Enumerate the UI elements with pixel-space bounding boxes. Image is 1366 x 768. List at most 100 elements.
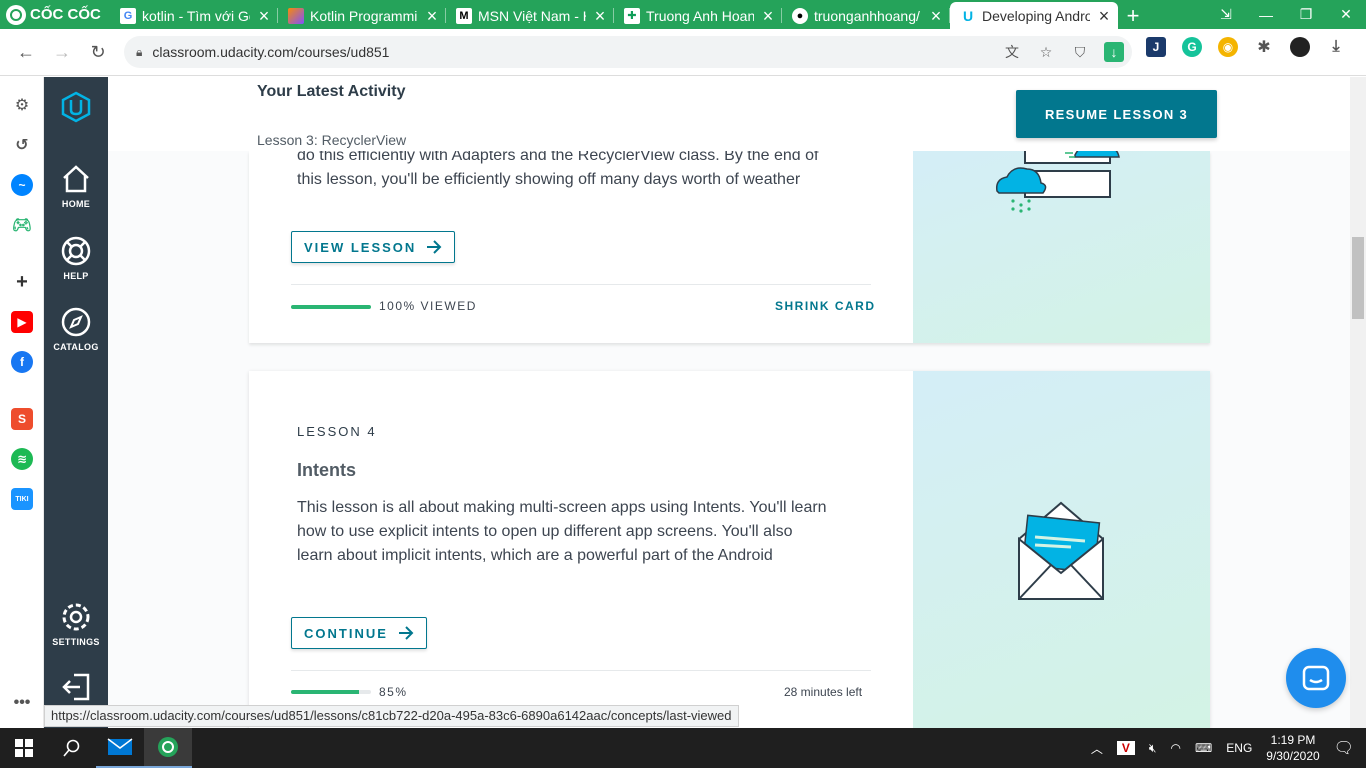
clock[interactable]: 1:19 PM 9/30/2020: [1266, 732, 1319, 764]
msn-icon: M: [456, 7, 472, 24]
chrome-extension-icon[interactable]: ◉: [1218, 37, 1238, 57]
clock-date: 9/30/2020: [1266, 749, 1320, 763]
history-icon[interactable]: ↺: [11, 134, 33, 156]
more-icon[interactable]: •••: [11, 692, 33, 714]
lock-icon: 🔒︎: [136, 44, 143, 59]
download-arrow-icon[interactable]: ↓: [1104, 42, 1124, 62]
github-icon: ●: [792, 7, 808, 24]
taskbar-mail[interactable]: [96, 728, 144, 768]
add-icon[interactable]: +: [11, 271, 33, 293]
nav-help[interactable]: HELP: [44, 235, 108, 281]
tab-sheets[interactable]: ✚ Truong Anh Hoang ×: [614, 2, 782, 29]
lesson-3-illustration-bg: [913, 151, 1210, 343]
tab-kotlin-programming[interactable]: Kotlin Programmin ×: [278, 2, 446, 29]
kotlin-icon: [288, 7, 304, 24]
puzzle-icon[interactable]: ✱: [1254, 37, 1274, 57]
address-url[interactable]: classroom.udacity.com/courses/ud851: [152, 44, 389, 60]
browser-toolbar: ← → ↻ 🔒︎ classroom.udacity.com/courses/u…: [0, 29, 1366, 76]
facebook-icon[interactable]: f: [11, 351, 33, 373]
coccoc-brand[interactable]: CỐC CỐC: [0, 0, 110, 29]
view-lesson-button[interactable]: VIEW LESSON: [291, 231, 456, 263]
start-button[interactable]: [0, 728, 48, 768]
nav-catalog[interactable]: CATALOG: [44, 306, 108, 352]
extension-shield-icon[interactable]: ⛉: [1070, 42, 1090, 62]
lesson-4-desc-line: This lesson is all about making multi-sc…: [297, 499, 827, 516]
messenger-icon[interactable]: ~: [11, 174, 33, 196]
scrollbar-thumb[interactable]: [1352, 237, 1364, 319]
lesson-card-4: LESSON 4 Intents This lesson is all abou…: [249, 371, 1210, 728]
lesson-3-desc-line: this lesson, you'll be efficiently showi…: [297, 171, 801, 188]
downloads-icon[interactable]: ⤓: [1326, 37, 1346, 57]
weather-cloud-icon: [995, 151, 1120, 213]
close-tab-icon[interactable]: ×: [592, 7, 608, 25]
vertical-scrollbar[interactable]: [1350, 77, 1366, 728]
minimize-button[interactable]: —: [1246, 0, 1286, 29]
tab-title: Kotlin Programmin: [310, 7, 418, 24]
tab-udacity[interactable]: U Developing Andro ×: [950, 2, 1118, 29]
reload-button[interactable]: ↻: [80, 34, 116, 70]
resume-lesson-button[interactable]: RESUME LESSON 3: [1016, 90, 1217, 138]
keyboard-icon[interactable]: ⌨: [1195, 741, 1212, 755]
tab-github[interactable]: ● truonganhhoang/ ×: [782, 2, 950, 29]
game-controller-icon[interactable]: 🎮︎: [11, 214, 33, 236]
lesson-4-time-left: 28 minutes left: [784, 685, 863, 699]
shopee-icon[interactable]: S: [11, 408, 33, 430]
grammarly-icon[interactable]: G: [1182, 37, 1202, 57]
close-window-button[interactable]: ✕: [1326, 0, 1366, 29]
nav-help-label: HELP: [63, 271, 89, 281]
continue-label: CONTINUE: [304, 625, 388, 641]
lesson-4-description: This lesson is all about making multi-sc…: [297, 496, 867, 568]
continue-button[interactable]: CONTINUE: [291, 617, 427, 649]
bookmark-star-icon[interactable]: ☆: [1036, 42, 1056, 62]
extension-j-icon[interactable]: J: [1146, 37, 1166, 57]
notifications-icon[interactable]: 🗨︎: [1334, 738, 1354, 758]
nav-home[interactable]: HOME: [44, 163, 108, 209]
youtube-icon[interactable]: ▶: [11, 311, 33, 333]
close-tab-icon[interactable]: ×: [424, 7, 440, 25]
lesson-4-desc-line: learn about implicit intents, which are …: [297, 547, 773, 564]
restore-button[interactable]: ❐: [1286, 0, 1326, 29]
chat-button[interactable]: [1286, 648, 1346, 708]
close-tab-icon[interactable]: ×: [928, 7, 944, 25]
close-tab-icon[interactable]: ×: [1096, 7, 1112, 25]
latest-activity-title: Your Latest Activity: [257, 83, 406, 100]
udacity-logo[interactable]: [44, 91, 108, 123]
google-icon: G: [120, 7, 136, 24]
nav-settings[interactable]: SETTINGS: [44, 601, 108, 647]
nav-logout[interactable]: [44, 671, 108, 703]
lesson-4-progress-label: 85%: [379, 685, 408, 699]
new-tab-button[interactable]: +: [1118, 2, 1148, 29]
tab-title: MSN Việt Nam - H: [478, 7, 586, 24]
taskbar-search[interactable]: [48, 728, 96, 768]
spotify-icon[interactable]: ≋: [11, 448, 33, 470]
settings-gear-icon[interactable]: ⚙: [11, 94, 33, 116]
taskbar-coccoc[interactable]: [144, 728, 192, 768]
vietkey-icon[interactable]: V: [1116, 741, 1135, 755]
tray-chevron-icon[interactable]: ︿: [1091, 740, 1103, 757]
forward-button[interactable]: →: [44, 34, 80, 70]
clock-time: 1:19 PM: [1270, 733, 1316, 747]
tab-kotlin-search[interactable]: G kotlin - Tìm với Go ×: [110, 2, 278, 29]
back-button[interactable]: ←: [8, 34, 44, 70]
tiki-icon[interactable]: TIKI: [11, 488, 33, 510]
profile-avatar[interactable]: [1290, 37, 1310, 57]
tab-msn[interactable]: M MSN Việt Nam - H ×: [446, 2, 614, 29]
sheets-icon: ✚: [624, 7, 640, 24]
language-indicator[interactable]: ENG: [1226, 741, 1252, 755]
divider: [291, 670, 871, 671]
volume-icon[interactable]: 🔇︎: [1149, 741, 1157, 756]
close-tab-icon[interactable]: ×: [760, 7, 776, 25]
status-url: https://classroom.udacity.com/courses/ud…: [44, 705, 739, 727]
tab-search-icon[interactable]: ⇲: [1206, 0, 1246, 29]
arrow-right-icon: [398, 626, 414, 640]
udacity-nav: HOME HELP CATALOG SETTINGS: [44, 77, 108, 728]
close-tab-icon[interactable]: ×: [256, 7, 272, 25]
latest-activity-lesson: Lesson 3: RecyclerView: [257, 132, 407, 148]
envelope-icon: [1018, 501, 1104, 600]
translate-icon[interactable]: 文: [1002, 42, 1022, 62]
address-bar[interactable]: 🔒︎ classroom.udacity.com/courses/ud851 文…: [124, 36, 1132, 68]
wifi-icon[interactable]: ◠: [1170, 741, 1180, 755]
progress-fill: [291, 305, 371, 309]
system-tray: ︿ V 🔇︎ ◠ ⌨ ENG 1:19 PM 9/30/2020 🗨︎: [1091, 728, 1366, 768]
shrink-card-link[interactable]: SHRINK CARD: [775, 299, 876, 313]
